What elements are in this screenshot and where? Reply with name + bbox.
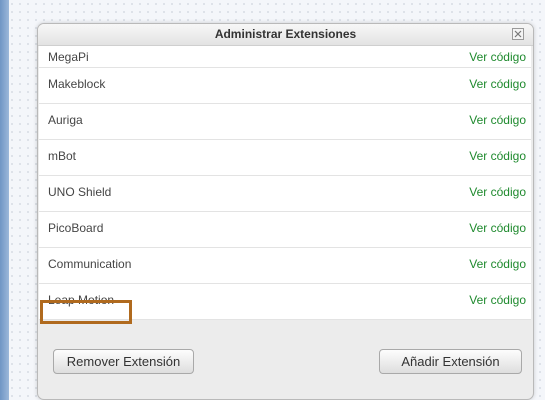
manage-extensions-dialog: Administrar Extensiones MegaPi Ver códig… xyxy=(37,23,534,400)
view-code-link[interactable]: Ver código xyxy=(469,68,526,101)
dialog-titlebar: Administrar Extensiones xyxy=(38,24,533,46)
list-item: PicoBoard Ver código xyxy=(39,212,531,248)
extension-name: UNO Shield xyxy=(48,185,112,199)
dialog-title: Administrar Extensiones xyxy=(214,27,357,41)
list-item: Auriga Ver código xyxy=(39,104,531,140)
list-item: UNO Shield Ver código xyxy=(39,176,531,212)
window-left-edge xyxy=(0,0,9,400)
list-item: Makeblock Ver código xyxy=(39,68,531,104)
view-code-link[interactable]: Ver código xyxy=(469,104,526,137)
list-item: Communication Ver código xyxy=(39,248,531,284)
extension-name: Auriga xyxy=(48,113,83,127)
list-item: MegaPi Ver código xyxy=(39,46,531,68)
list-item: mBot Ver código xyxy=(39,140,531,176)
extension-name: Communication xyxy=(48,257,132,271)
view-code-link[interactable]: Ver código xyxy=(469,212,526,245)
extension-name: Leap Motion xyxy=(48,293,115,307)
view-code-link[interactable]: Ver código xyxy=(469,176,526,209)
view-code-link[interactable]: Ver código xyxy=(469,284,526,317)
extension-name: Makeblock xyxy=(48,77,106,91)
list-item[interactable]: Leap Motion Ver código xyxy=(39,284,531,320)
view-code-link[interactable]: Ver código xyxy=(469,140,526,173)
extension-name: mBot xyxy=(48,149,77,163)
extensions-list: MegaPi Ver código Makeblock Ver código A… xyxy=(39,46,531,320)
close-button[interactable] xyxy=(512,28,524,40)
view-code-link[interactable]: Ver código xyxy=(469,248,526,281)
add-extension-button[interactable]: Añadir Extensión xyxy=(379,349,522,374)
view-code-link[interactable]: Ver código xyxy=(469,46,526,68)
extension-name: MegaPi xyxy=(48,50,89,64)
extension-name: PicoBoard xyxy=(48,221,104,235)
remove-extension-button[interactable]: Remover Extensión xyxy=(53,349,194,374)
close-icon xyxy=(514,30,522,38)
